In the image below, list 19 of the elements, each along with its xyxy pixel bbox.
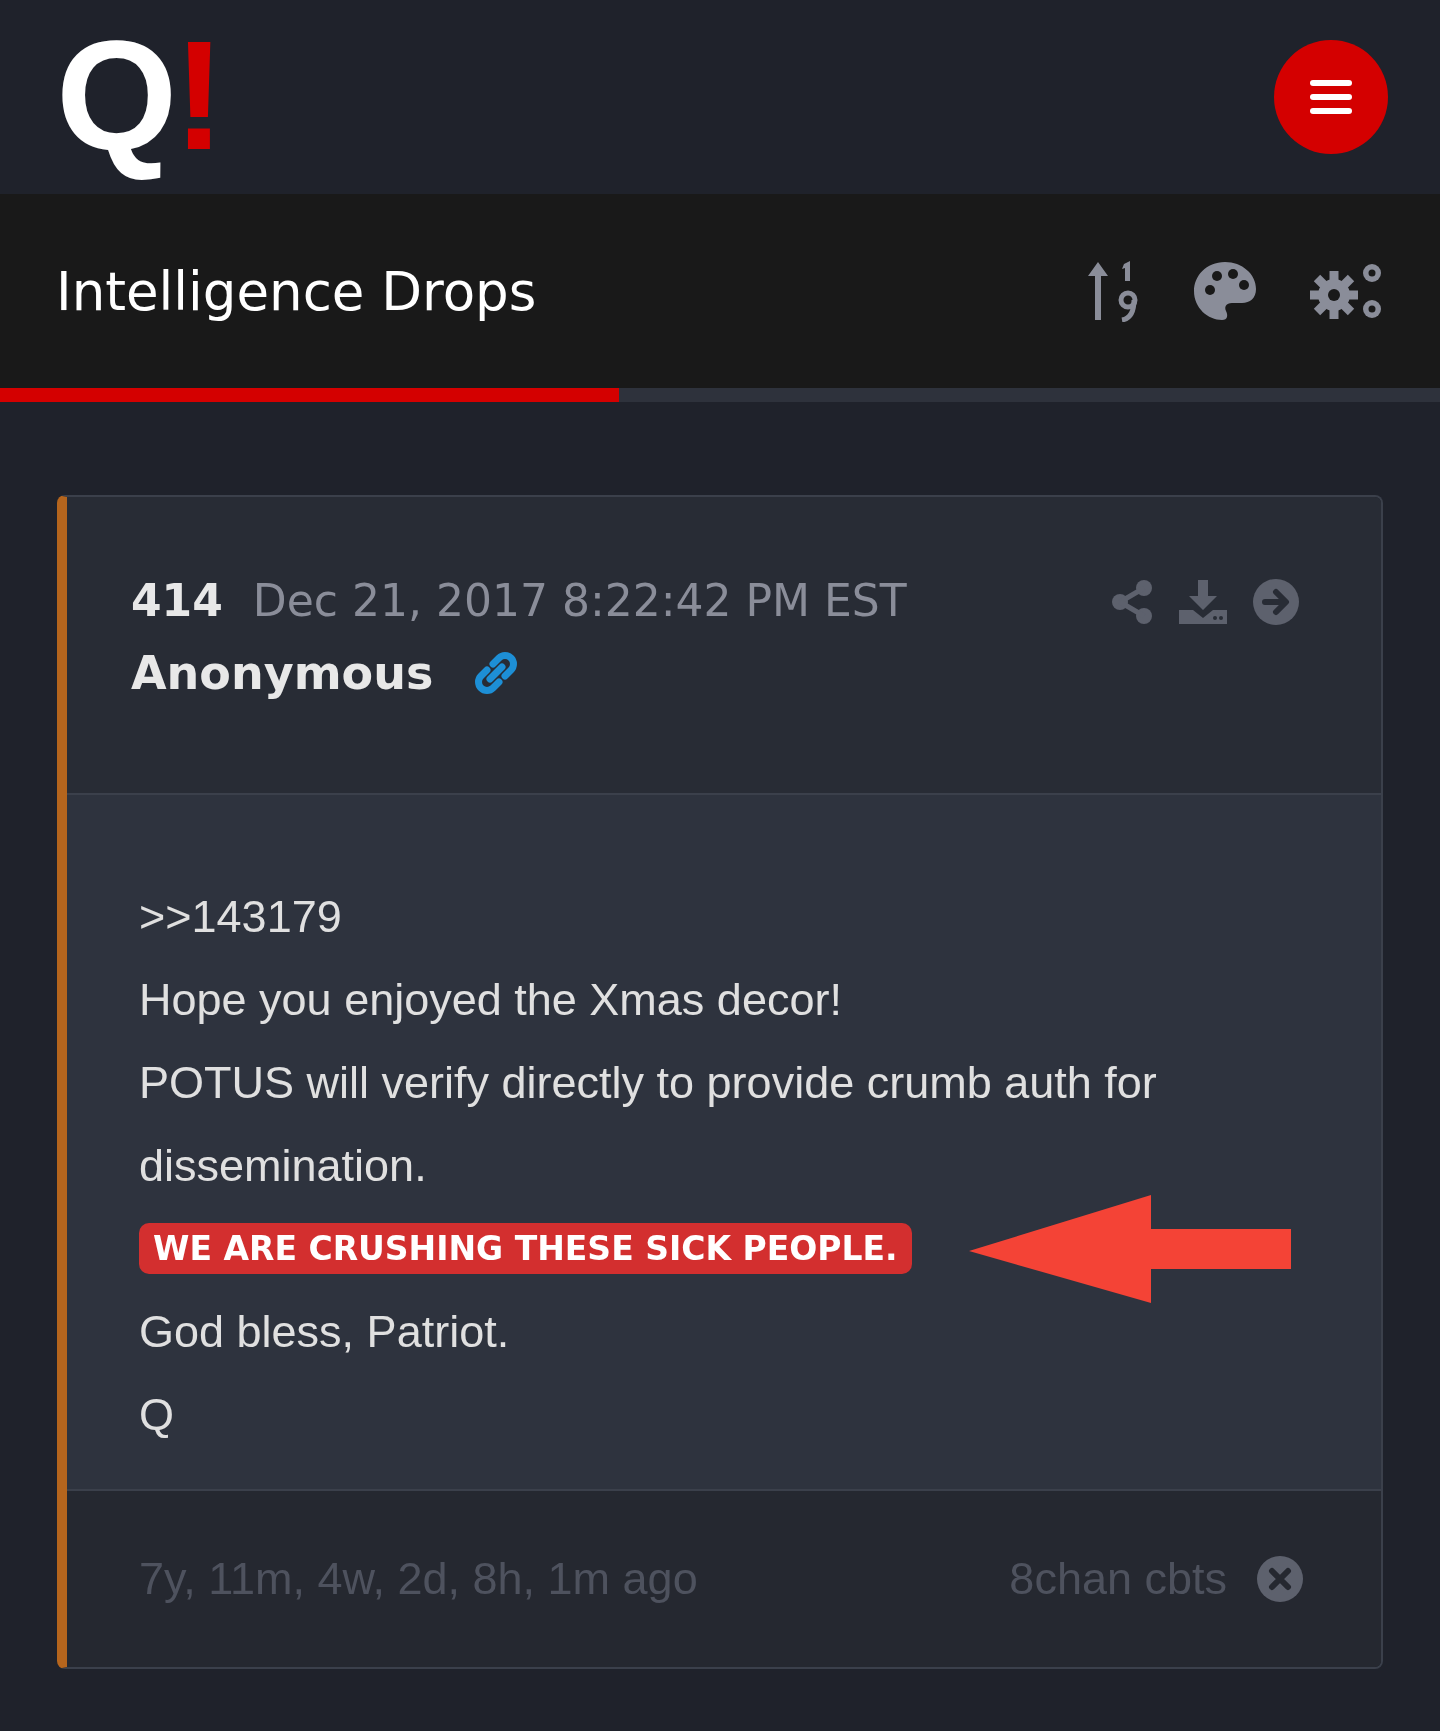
author-name: Anonymous [131, 646, 434, 700]
link-icon[interactable] [473, 650, 520, 696]
post-date: Dec 21, 2017 8:22:42 PM EST [252, 575, 907, 626]
post-text: POTUS will verify directly to provide crumb auth for dissemination. [139, 1056, 1158, 1193]
post-text: Hope you enjoyed the Xmas decor! [139, 973, 843, 1027]
close-icon[interactable] [1257, 1556, 1303, 1602]
page-title: Intelligence Drops [56, 260, 537, 322]
logo-exclamation: ! [173, 7, 226, 185]
post-text: God bless, Patriot. [139, 1305, 511, 1359]
post-text: >>143179 [139, 890, 343, 944]
arrow-circle-icon[interactable] [1253, 579, 1299, 625]
share-icon[interactable] [1111, 580, 1153, 624]
highlighted-text: WE ARE CRUSHING THESE SICK PEOPLE. [139, 1223, 912, 1274]
palette-icon[interactable] [1192, 260, 1258, 322]
post-text: Q [139, 1388, 175, 1442]
download-icon[interactable] [1179, 580, 1227, 624]
logo-letter: Q [56, 7, 174, 185]
post-number: 414 [131, 575, 223, 626]
menu-icon [1310, 80, 1352, 114]
